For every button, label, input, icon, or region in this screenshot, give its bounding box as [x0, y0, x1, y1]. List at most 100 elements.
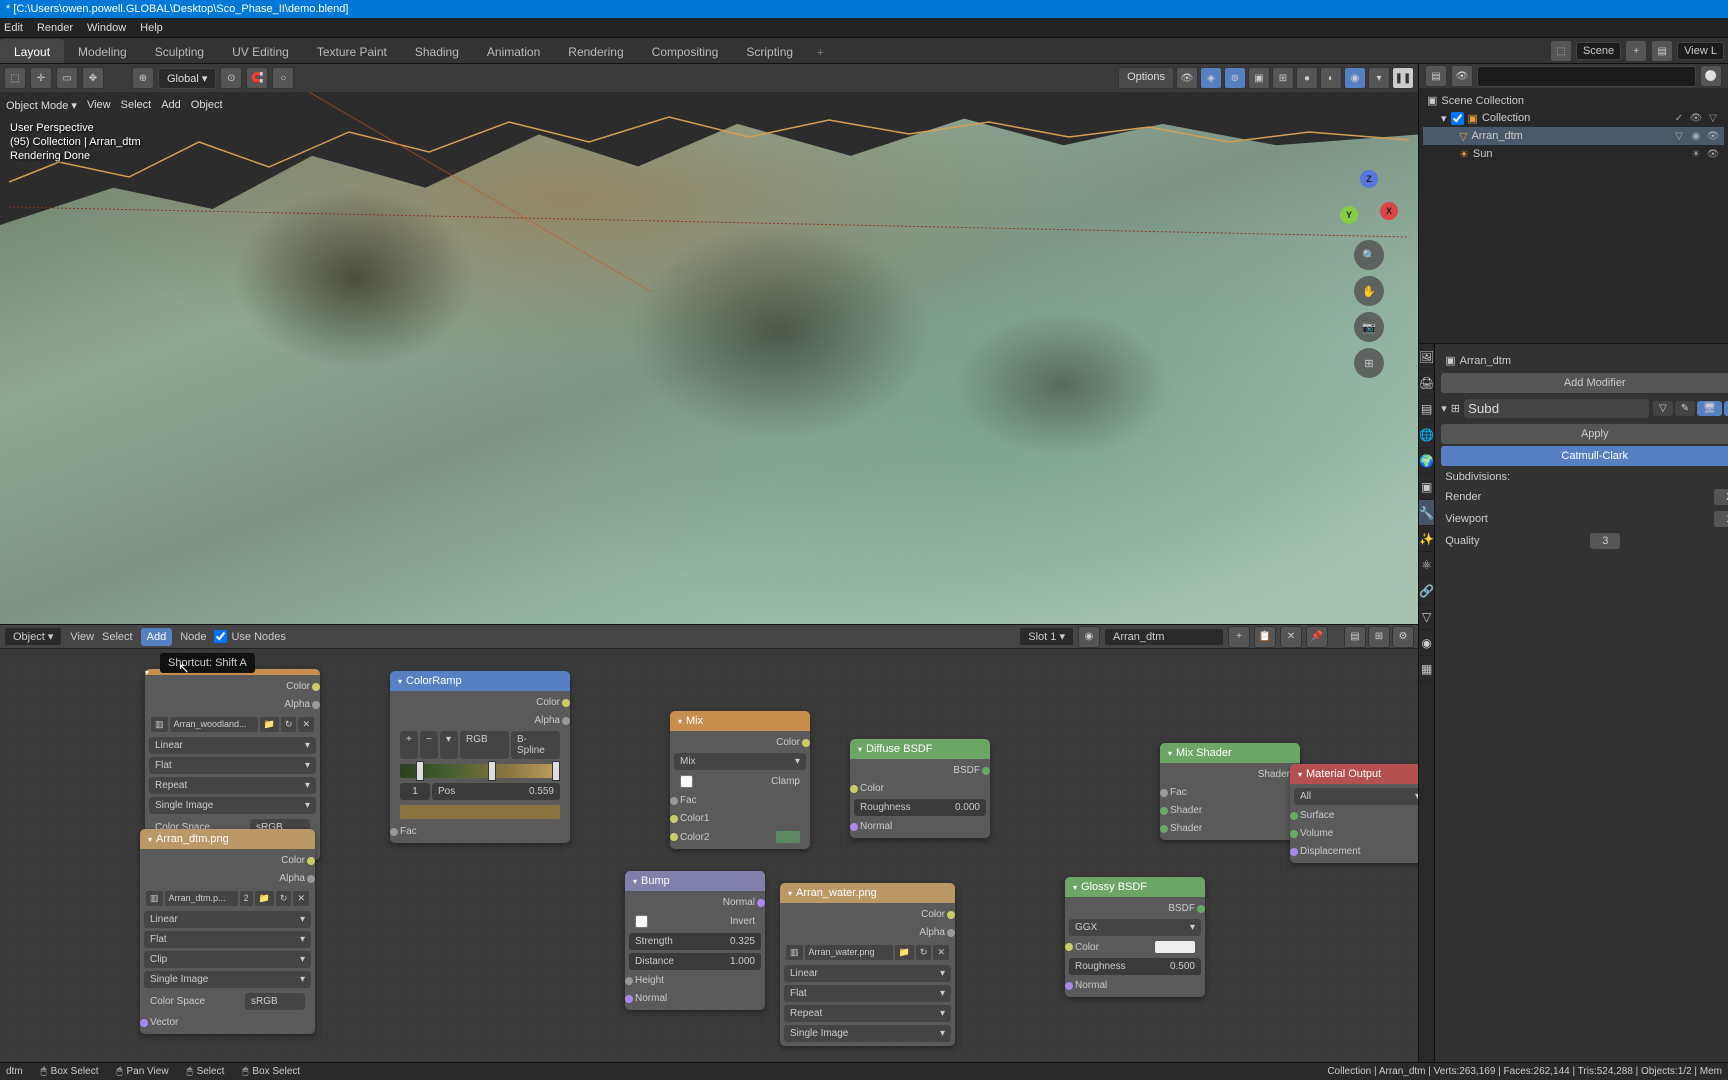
outliner-collection[interactable]: ▾ ▣ Collection ✓ 👁 ▽: [1423, 109, 1724, 127]
prop-tab-output[interactable]: 🖨: [1419, 370, 1434, 396]
pan-icon[interactable]: ✋: [1354, 276, 1384, 306]
prop-tab-world[interactable]: 🌍: [1419, 448, 1434, 474]
xray-icon[interactable]: ▣: [1248, 67, 1270, 89]
node-menu-view[interactable]: View: [70, 631, 94, 643]
invert-checkbox[interactable]: [635, 915, 648, 928]
tab-layout[interactable]: Layout: [0, 39, 64, 63]
prop-tab-mesh[interactable]: ▽: [1419, 604, 1434, 630]
3d-viewport[interactable]: ⬚ ✛ ▭ ✥ ⊕ Global ▾ ⊙ 🧲 ○ Options 👁 ◈ ⊚ ▣…: [0, 64, 1418, 624]
node-title[interactable]: Arran_water.png: [780, 883, 955, 903]
colorspace-dropdown[interactable]: sRGB: [245, 993, 305, 1010]
duplicate-material-icon[interactable]: 📋: [1254, 626, 1276, 648]
add-workspace-button[interactable]: +: [807, 43, 833, 63]
material-preview-icon[interactable]: ◐: [1320, 67, 1342, 89]
image-name-field[interactable]: Arran_woodland...: [170, 717, 258, 732]
hide-icon[interactable]: 👁: [1706, 147, 1720, 161]
node-snap-icon[interactable]: ⊞: [1368, 626, 1390, 648]
quality-value[interactable]: 3: [1590, 533, 1620, 549]
rendered-shading-icon[interactable]: ◉: [1344, 67, 1366, 89]
slot-selector[interactable]: Slot 1 ▾: [1019, 627, 1074, 646]
browse-image-icon[interactable]: ▥: [146, 891, 163, 906]
image-name-field[interactable]: Arran_water.png: [805, 945, 893, 960]
apply-modifier-button[interactable]: Apply: [1441, 424, 1728, 444]
node-image-texture-water[interactable]: Arran_water.png Color Alpha ▥ Arran_wate…: [780, 883, 955, 1046]
node-title[interactable]: Material Output: [1290, 764, 1418, 784]
ramp-interpolation[interactable]: B-Spline: [511, 731, 560, 759]
projection-dropdown[interactable]: Flat▾: [784, 985, 951, 1002]
node-title[interactable]: Bump: [625, 871, 765, 891]
ramp-colormode[interactable]: RGB: [460, 731, 509, 759]
node-title[interactable]: Arran_dtm.png: [140, 829, 315, 849]
interpolation-dropdown[interactable]: Linear▾: [149, 737, 316, 754]
filter-icon[interactable]: ⚪: [1700, 65, 1722, 87]
reload-image-icon[interactable]: ↻: [916, 945, 932, 960]
outliner-type-icon[interactable]: ▤: [1425, 65, 1447, 87]
colorramp-gradient[interactable]: [400, 764, 560, 778]
shading-dropdown-icon[interactable]: ▾: [1368, 67, 1390, 89]
mode-selector[interactable]: Object Mode ▾: [6, 99, 77, 112]
outliner-view-icon[interactable]: 👁: [1451, 65, 1473, 87]
node-mix-shader[interactable]: Mix Shader Shader Fac Shader Shader: [1160, 743, 1300, 840]
submenu-select[interactable]: Select: [121, 99, 152, 111]
colorramp-swatch[interactable]: [400, 805, 560, 819]
options-dropdown[interactable]: Options: [1118, 67, 1174, 89]
interpolation-dropdown[interactable]: Linear▾: [784, 965, 951, 982]
menu-edit[interactable]: Edit: [4, 22, 23, 34]
ramp-menu-button[interactable]: ▾: [440, 731, 458, 759]
tab-modeling[interactable]: Modeling: [64, 39, 141, 63]
gizmo-x-axis[interactable]: X: [1380, 202, 1398, 220]
node-title[interactable]: Mix: [670, 711, 810, 731]
subdiv-type-button[interactable]: Catmull-Clark: [1441, 446, 1728, 466]
cursor-tool-icon[interactable]: ✛: [30, 67, 52, 89]
object-name-label[interactable]: Arran_dtm: [1460, 355, 1511, 367]
user-count[interactable]: 2: [240, 891, 253, 906]
light-data-icon[interactable]: ☀: [1689, 147, 1703, 161]
menu-window[interactable]: Window: [87, 22, 126, 34]
unlink-image-icon[interactable]: ✕: [293, 891, 309, 906]
node-title[interactable]: ColorRamp: [390, 671, 570, 691]
tab-uv-editing[interactable]: UV Editing: [218, 39, 303, 63]
camera-view-icon[interactable]: 📷: [1354, 312, 1384, 342]
image-name-field[interactable]: Arran_dtm.p...: [165, 891, 238, 906]
blend-mode-dropdown[interactable]: Mix▾: [674, 753, 806, 770]
ramp-add-button[interactable]: +: [400, 731, 418, 759]
mod-viewport-icon[interactable]: 🖥: [1697, 401, 1722, 416]
prop-tab-viewlayer[interactable]: ▤: [1419, 396, 1434, 422]
pin-material-icon[interactable]: 📌: [1306, 626, 1328, 648]
tab-rendering[interactable]: Rendering: [554, 39, 637, 63]
open-image-icon[interactable]: 📁: [895, 945, 914, 960]
object-visibility-icon[interactable]: 👁: [1176, 67, 1198, 89]
exclude-icon[interactable]: ✓: [1672, 111, 1686, 125]
browse-image-icon[interactable]: ▥: [151, 717, 168, 732]
outliner-object-arran[interactable]: ▽ Arran_dtm ▽ ◉ 👁: [1423, 127, 1724, 145]
outliner-panel[interactable]: ▤ 👁 ⚪ ▣ Scene Collection ▾ ▣ Collection …: [1419, 64, 1728, 344]
use-nodes-checkbox[interactable]: Use Nodes: [214, 630, 285, 643]
zoom-icon[interactable]: 🔍: [1354, 240, 1384, 270]
ramp-index[interactable]: 1: [400, 783, 430, 800]
material-name-field[interactable]: Arran_dtm: [1104, 628, 1224, 646]
node-menu-add[interactable]: Add: [141, 628, 173, 646]
material-browse-icon[interactable]: ◉: [1078, 626, 1100, 648]
submenu-view[interactable]: View: [87, 99, 111, 111]
node-material-output[interactable]: Material Output All▾ Surface Volume Disp…: [1290, 764, 1418, 863]
mod-render-icon[interactable]: 📷: [1724, 401, 1728, 416]
roughness-field[interactable]: Roughness0.000: [854, 799, 986, 816]
material-icon[interactable]: ◉: [1689, 129, 1703, 143]
node-mode-selector[interactable]: Object ▾: [4, 627, 62, 646]
mod-edit-icon[interactable]: ✎: [1675, 401, 1695, 416]
node-mix[interactable]: Mix Color Mix▾ Clamp Fac Color1 Color2: [670, 711, 810, 849]
distribution-dropdown[interactable]: GGX▾: [1069, 919, 1201, 936]
open-image-icon[interactable]: 📁: [255, 891, 274, 906]
prop-tab-object[interactable]: ▣: [1419, 474, 1434, 500]
prop-tab-modifiers[interactable]: 🔧: [1419, 500, 1434, 526]
strength-field[interactable]: Strength0.325: [629, 933, 761, 950]
viewport-subdivisions-value[interactable]: 1: [1714, 511, 1728, 527]
extension-dropdown[interactable]: Clip▾: [144, 951, 311, 968]
perspective-toggle-icon[interactable]: ⊞: [1354, 348, 1384, 378]
menu-render[interactable]: Render: [37, 22, 73, 34]
overlays-icon[interactable]: ⊚: [1224, 67, 1246, 89]
node-title[interactable]: Glossy BSDF: [1065, 877, 1205, 897]
tab-sculpting[interactable]: Sculpting: [141, 39, 218, 63]
clamp-checkbox[interactable]: [680, 775, 693, 788]
browse-image-icon[interactable]: ▥: [786, 945, 803, 960]
